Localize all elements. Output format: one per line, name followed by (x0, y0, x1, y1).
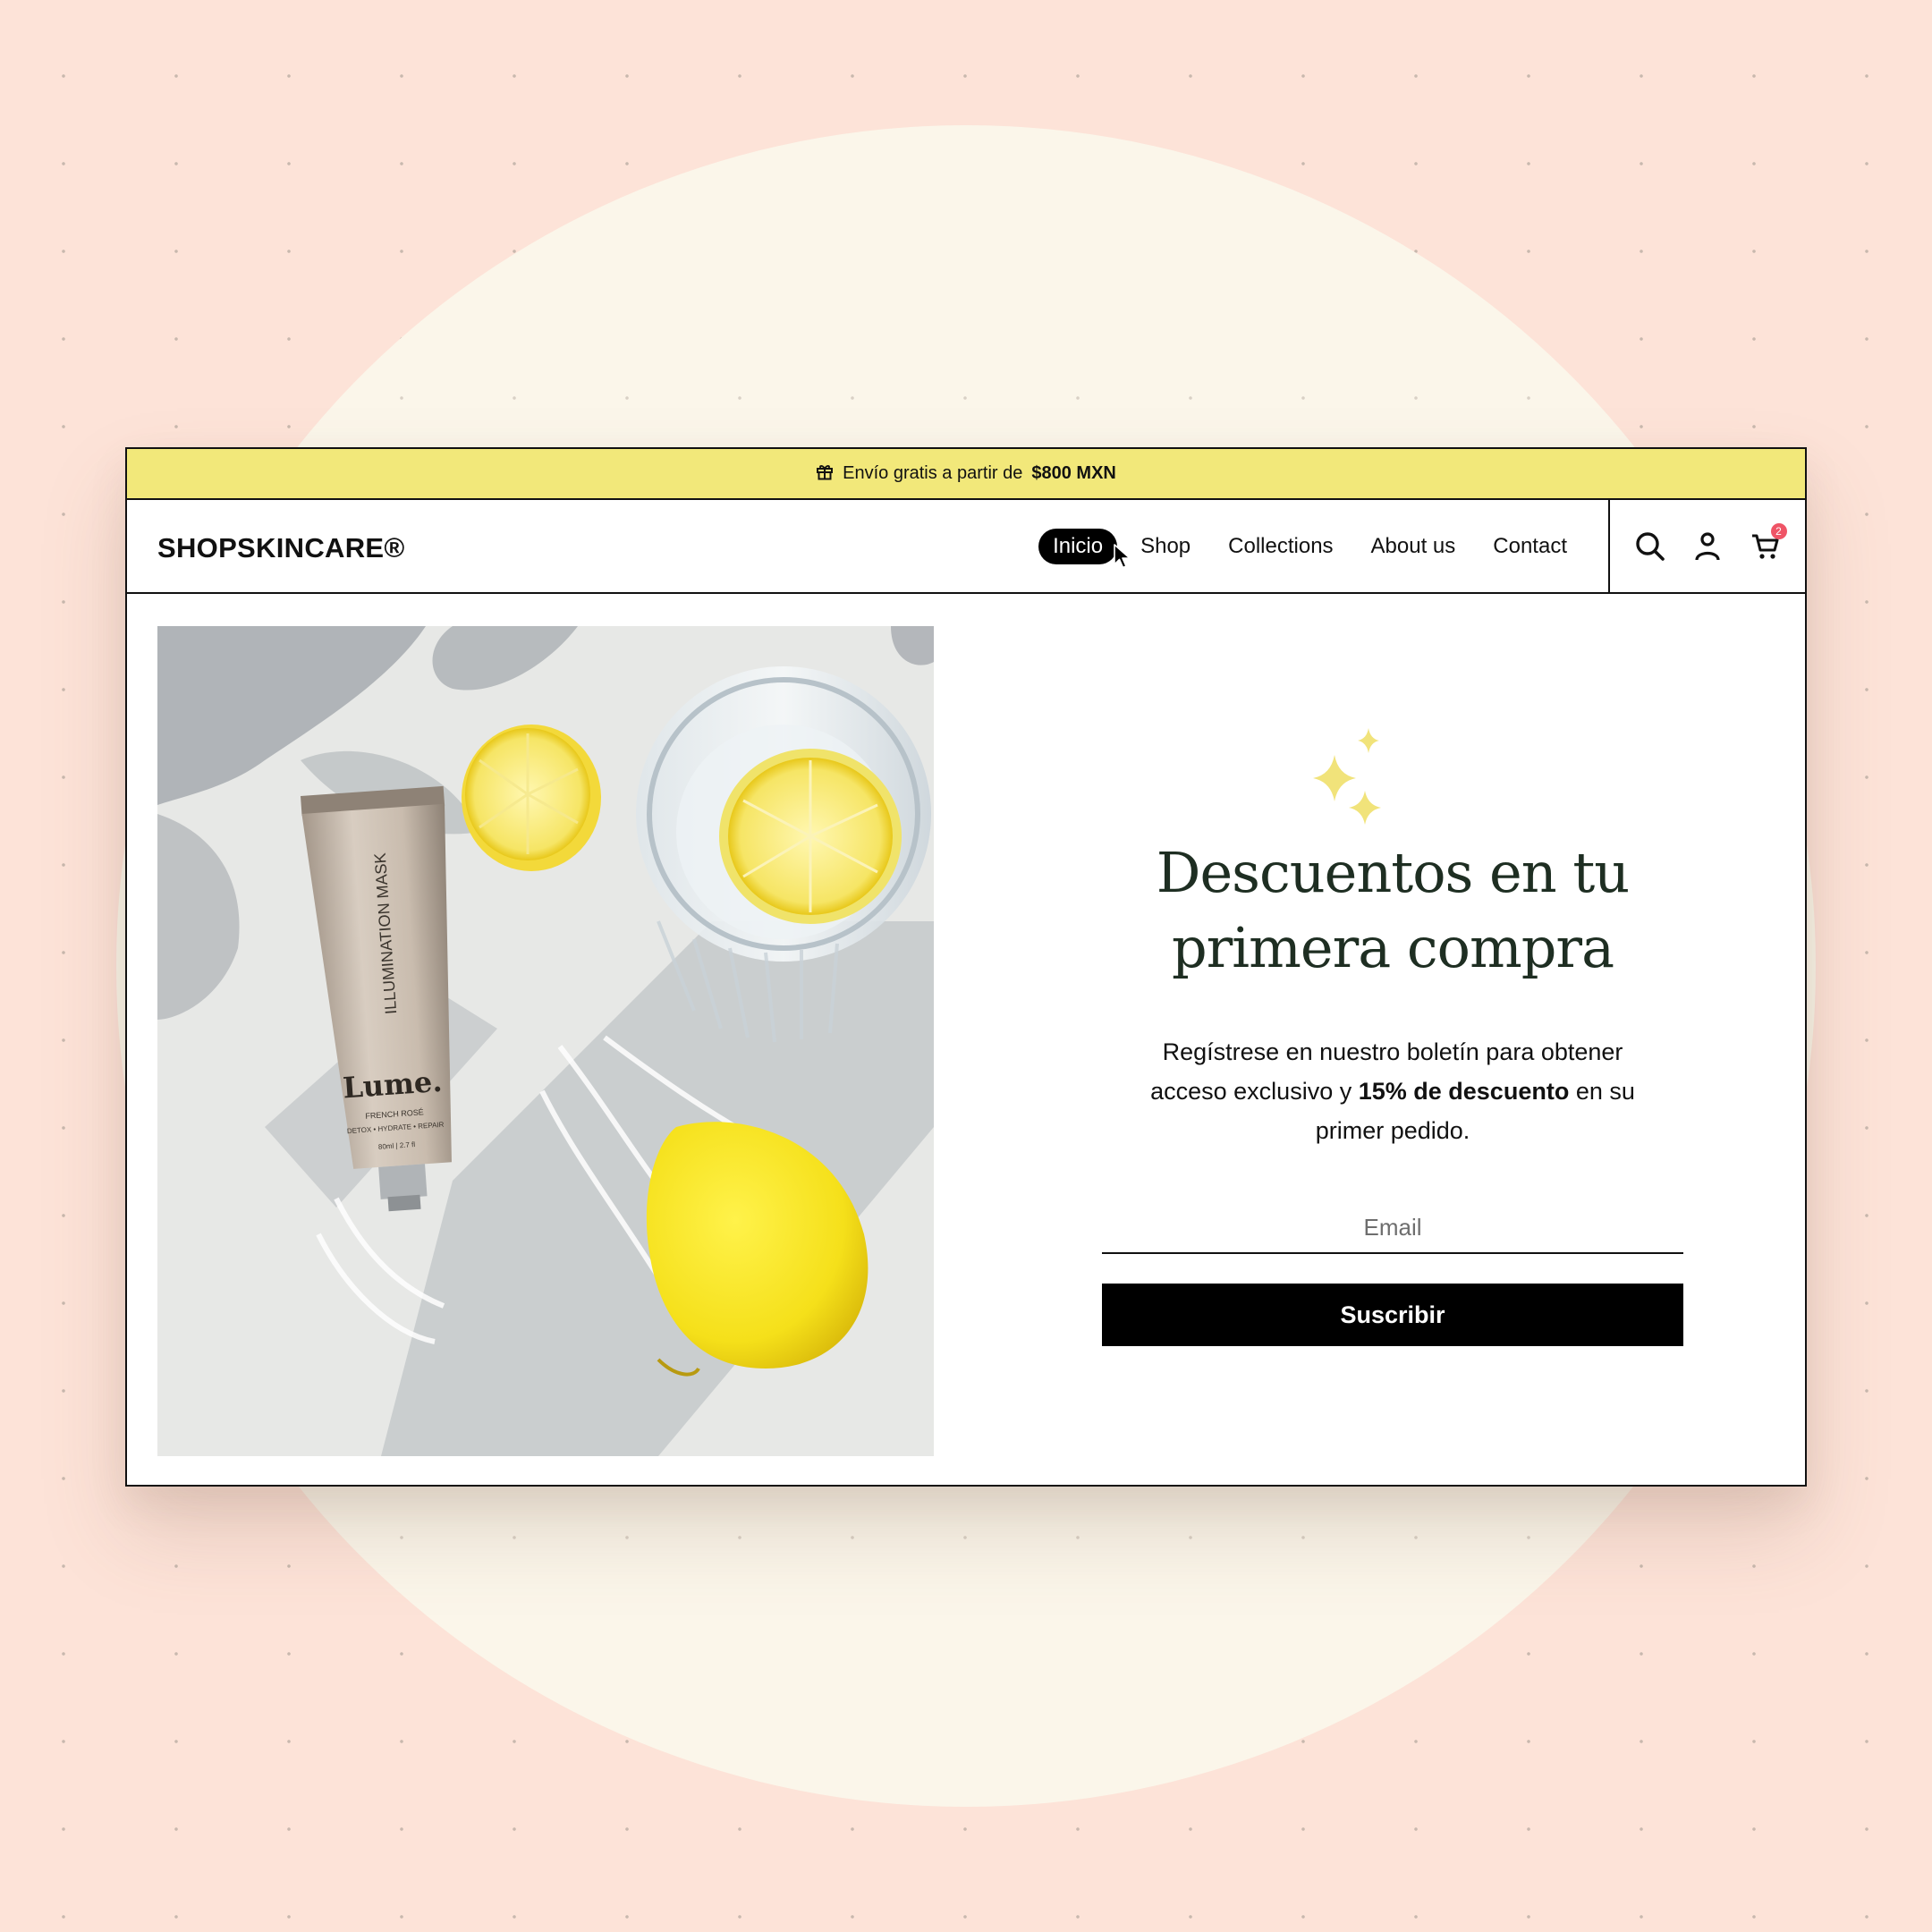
promo-title: Descuentos en tu primera compra (1102, 835, 1683, 986)
cart-icon[interactable]: 2 (1748, 522, 1787, 564)
email-input[interactable] (1102, 1202, 1683, 1254)
announcement-highlight: $800 MXN (1031, 463, 1116, 483)
nav-item-collections[interactable]: Collections (1214, 529, 1347, 564)
tube-brand: Lume. (342, 1064, 444, 1106)
account-icon[interactable] (1690, 529, 1725, 564)
browser-window: Envío gratis a partir de $800 MXN SHOPSK… (125, 447, 1807, 1487)
announcement-bar: Envío gratis a partir de $800 MXN (127, 449, 1805, 500)
hero-product-photo: ILLUMINATION MASK Lume. FRENCH ROSÉ DETO… (157, 626, 934, 1456)
header-icons: 2 (1608, 500, 1805, 592)
site-logo[interactable]: SHOPSKINCARE® (157, 532, 405, 564)
promo-title-line1: Descuentos en tu (1156, 840, 1630, 905)
nav-item-shop[interactable]: Shop (1126, 529, 1205, 564)
main-content: ILLUMINATION MASK Lume. FRENCH ROSÉ DETO… (127, 594, 1805, 1488)
promo-description: Regístrese en nuestro boletín para obten… (1129, 1032, 1657, 1150)
cart-count-badge: 2 (1770, 522, 1787, 539)
subscribe-button[interactable]: Suscribir (1102, 1284, 1683, 1346)
gift-icon (816, 462, 834, 486)
nav-item-inicio[interactable]: Inicio (1038, 528, 1118, 564)
promo-body-bold: 15% de descuento (1358, 1078, 1570, 1105)
site-header: SHOPSKINCARE® Inicio Shop Collections Ab… (127, 500, 1805, 594)
sparkle-icon (1299, 728, 1388, 849)
nav-item-contact[interactable]: Contact (1479, 529, 1581, 564)
newsletter-promo: Descuentos en tu primera compra Regístre… (1102, 594, 1683, 1488)
mouse-cursor-icon (1113, 543, 1132, 574)
announcement-text: Envío gratis a partir de (843, 463, 1023, 483)
promo-title-line2: primera compra (1171, 915, 1614, 980)
search-icon[interactable] (1632, 529, 1668, 564)
nav-item-about-us[interactable]: About us (1357, 529, 1470, 564)
